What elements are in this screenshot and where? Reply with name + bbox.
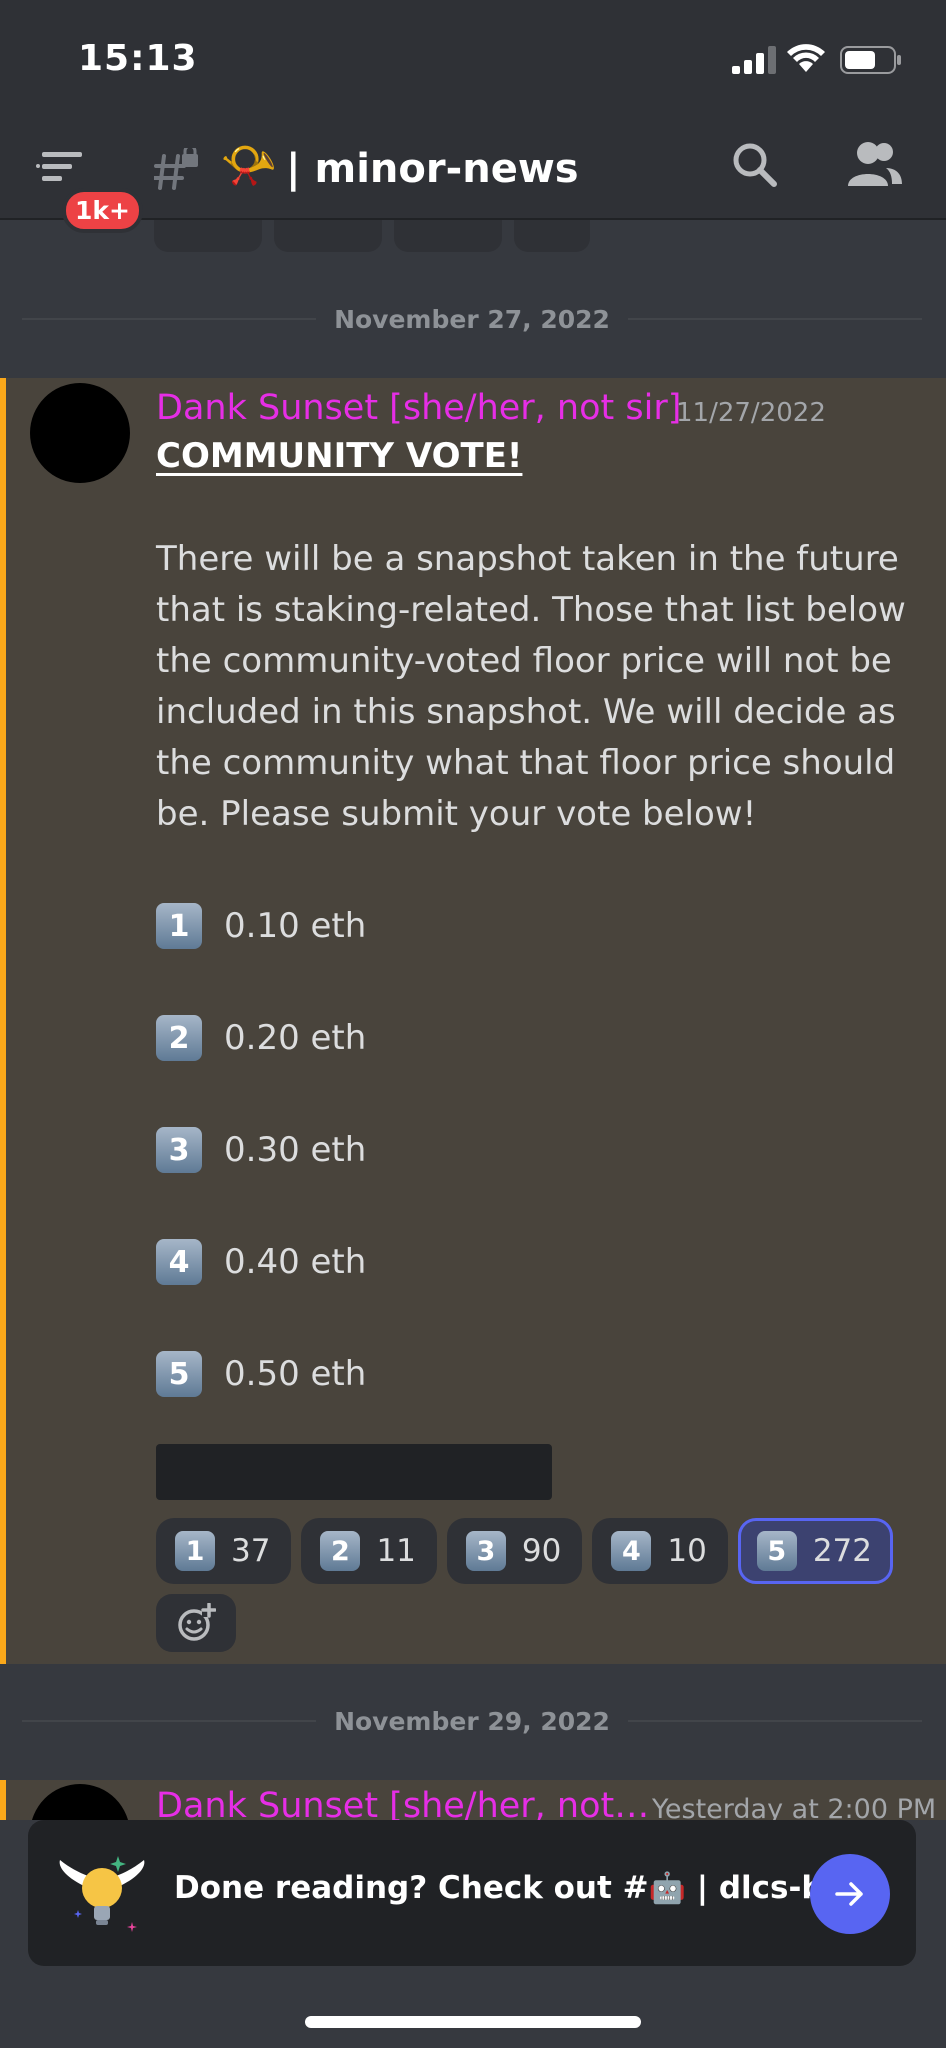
redacted-bar (156, 1444, 552, 1500)
vote-option-label: 0.40 eth (224, 1242, 367, 1282)
message-body: There will be a snapshot taken in the fu… (156, 539, 906, 834)
arrow-right-icon (835, 1882, 863, 1906)
keycap-four-icon: 4 (156, 1239, 202, 1285)
home-indicator[interactable] (305, 2016, 641, 2028)
keycap-one-icon: 1 (175, 1531, 215, 1571)
keycap-two-icon: 2 (320, 1531, 361, 1571)
reaction-count: 90 (521, 1533, 562, 1569)
bottom-background (0, 1966, 946, 2048)
keycap-three-icon: 3 (465, 1531, 506, 1571)
menu-button[interactable]: 1k+ (36, 146, 143, 233)
vote-option: 3 0.30 eth (156, 1126, 366, 1174)
message-title: COMMUNITY VOTE! (156, 436, 523, 476)
reaction-pill[interactable]: 1 37 (156, 1518, 292, 1584)
reaction-count: 11 (376, 1533, 416, 1569)
message-author[interactable]: Dank Sunset [she/her, not… (156, 1786, 649, 1820)
avatar[interactable] (30, 1784, 130, 1820)
keycap-five-icon: 5 (756, 1531, 797, 1571)
keycap-four-icon: 4 (611, 1531, 652, 1571)
reaction-pill[interactable]: 4 10 (592, 1518, 728, 1584)
vote-option: 2 0.20 eth (156, 1014, 366, 1062)
vote-option: 5 0.50 eth (156, 1350, 366, 1398)
keycap-three-icon: 3 (156, 1127, 202, 1173)
banner-text-prefix: Done reading? Check out # (174, 1870, 649, 1906)
status-bar: 15:13 (0, 0, 946, 118)
add-reaction-button[interactable] (156, 1594, 236, 1652)
vote-option-label: 0.30 eth (224, 1130, 367, 1170)
private-channel-hash-icon (154, 148, 198, 190)
message-author[interactable]: Dank Sunset [she/her, not sir] (156, 388, 681, 428)
message: Dank Sunset [she/her, not sir] 11/27/202… (0, 378, 946, 1664)
date-divider-text: November 27, 2022 (334, 304, 610, 334)
vote-option: 1 0.10 eth (156, 902, 366, 950)
vote-option-label: 0.20 eth (224, 1018, 367, 1058)
wifi-icon (787, 44, 825, 72)
robot-emoji: 🤖 (648, 1871, 686, 1906)
channel-name[interactable]: | minor-news (286, 146, 579, 192)
channel-emoji: 📯 (220, 139, 278, 191)
next-message: Dank Sunset [she/her, not… Yesterday at … (0, 1780, 946, 1820)
keycap-two-icon: 2 (156, 1015, 202, 1061)
avatar[interactable] (30, 383, 130, 483)
status-time: 15:13 (78, 38, 198, 79)
go-to-channel-button[interactable] (810, 1854, 890, 1934)
message-timestamp: Yesterday at 2:00 PM (652, 1794, 937, 1820)
date-divider: November 27, 2022 (22, 304, 923, 334)
reaction-pill-selected[interactable]: 5 272 (737, 1518, 893, 1584)
reaction-count: 10 (667, 1533, 707, 1569)
date-divider-text: November 29, 2022 (334, 1706, 610, 1736)
vote-option-label: 0.10 eth (224, 906, 367, 946)
add-reaction-icon (178, 1603, 216, 1641)
vote-option: 4 0.40 eth (156, 1238, 366, 1286)
reaction-bar: 1 37 2 11 3 90 4 10 5 272 (156, 1518, 893, 1584)
unread-badge: 1k+ (62, 188, 143, 233)
reaction-pill[interactable]: 2 11 (301, 1518, 437, 1584)
banner-text: Done reading? Check out #🤖 | dlcs-bot. (174, 1870, 871, 1906)
members-icon[interactable] (846, 140, 902, 188)
lightbulb-wings-icon (59, 1856, 145, 1932)
search-icon[interactable] (730, 140, 778, 188)
message-timestamp: 11/27/2022 (676, 398, 826, 428)
signal-icon (732, 46, 776, 74)
channel-header: 1k+ 📯 | minor-news (0, 118, 946, 233)
done-reading-banner[interactable]: Done reading? Check out #🤖 | dlcs-bot. (28, 1820, 916, 1966)
reaction-count: 272 (812, 1533, 872, 1569)
vote-option-label: 0.50 eth (224, 1354, 367, 1394)
keycap-one-icon: 1 (156, 903, 202, 949)
reaction-pill[interactable]: 3 90 (446, 1518, 583, 1584)
date-divider: November 29, 2022 (22, 1706, 923, 1736)
battery-icon (840, 46, 901, 74)
reaction-count: 37 (231, 1533, 271, 1569)
keycap-five-icon: 5 (156, 1351, 202, 1397)
